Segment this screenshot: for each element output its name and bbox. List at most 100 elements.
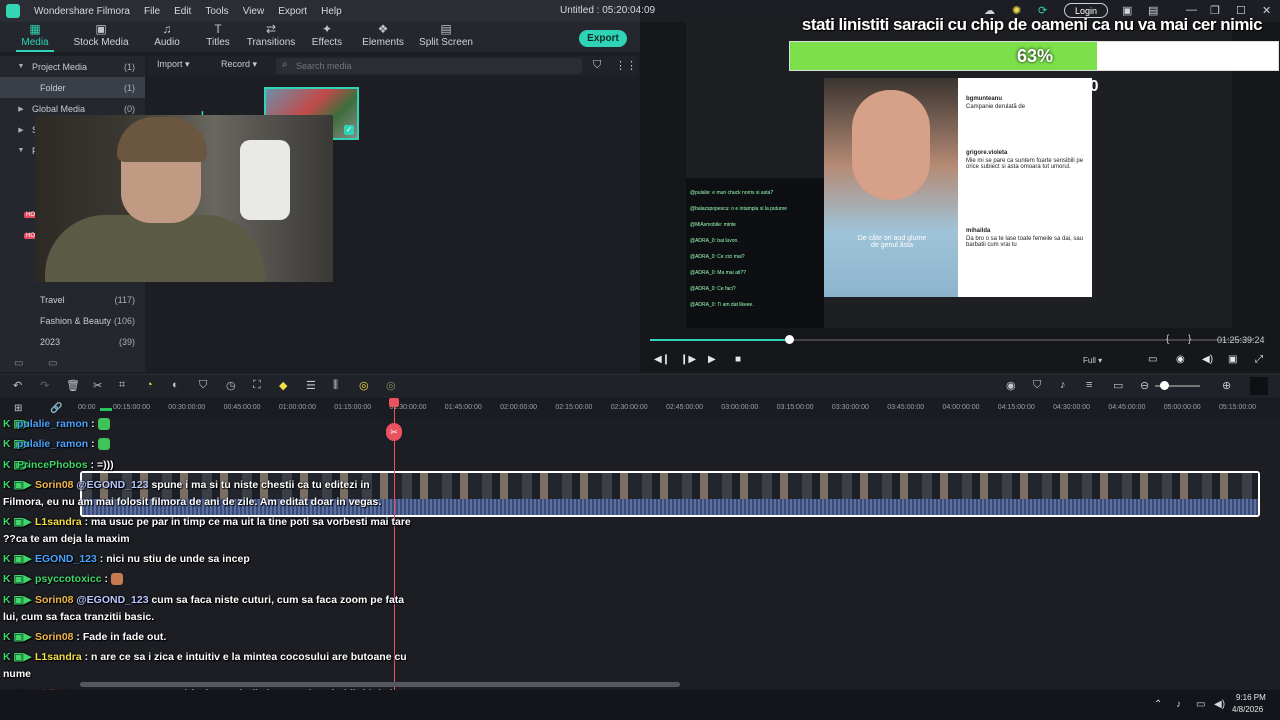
chat-message: ??ca te am deja la maxim: [3, 533, 130, 545]
menu-export[interactable]: Export: [278, 6, 307, 17]
link-icon[interactable]: 🔗: [50, 403, 62, 414]
prev-frame-icon[interactable]: ◀❙: [654, 354, 670, 365]
ruler-tick-label: 03:15:00:00: [776, 404, 814, 411]
menu-view[interactable]: View: [243, 6, 265, 17]
preview-comments: [958, 78, 1092, 297]
tab-titles[interactable]: T Titles: [196, 23, 240, 52]
folder-icon[interactable]: ▭: [48, 358, 57, 369]
mix-icon[interactable]: ≡: [1086, 379, 1092, 391]
display-icon[interactable]: ▭: [1148, 354, 1157, 365]
play-back-icon[interactable]: ❙▶: [680, 354, 696, 365]
filmora-logo-icon: [6, 4, 20, 18]
menu-help[interactable]: Help: [321, 6, 342, 17]
tab-effects[interactable]: ✦ Effects: [302, 23, 352, 52]
mask-icon[interactable]: ⛉: [199, 379, 207, 392]
quality-select[interactable]: Full ▾: [1083, 356, 1102, 365]
fullscreen-icon[interactable]: ⤢: [1255, 354, 1263, 365]
phone-caption: De câte ori aud glume de genul ăsta: [857, 235, 927, 249]
ruler-tick-label: 04:45:00:00: [1108, 404, 1146, 411]
layout-toggle[interactable]: [1250, 377, 1268, 395]
preview-scrubber-handle[interactable]: [785, 335, 794, 344]
chat-message: K ▣▶ psyccotoxicc :: [3, 573, 123, 586]
ruler-tick-label: 04:15:00:00: [997, 404, 1035, 411]
taskbar-time[interactable]: 9:16 PM: [1236, 693, 1266, 702]
menu-tools[interactable]: Tools: [205, 6, 228, 17]
filter-icon[interactable]: ⛉: [593, 59, 601, 72]
menu-file[interactable]: File: [144, 6, 160, 17]
redo-icon[interactable]: ↷: [40, 379, 49, 392]
sidebar-item-count: (106): [113, 315, 135, 326]
sidebar-item[interactable]: Travel (117): [0, 289, 145, 310]
mic-tray-icon[interactable]: ♪: [1176, 699, 1181, 710]
import-button[interactable]: Import ▾: [157, 59, 190, 70]
chat-badges-icon: K ▣▶: [3, 479, 32, 491]
timer-icon[interactable]: ◷: [226, 379, 236, 392]
tab-transitions[interactable]: ⇄ Transitions: [240, 23, 302, 52]
undo-icon[interactable]: ↶: [13, 379, 22, 392]
timeline-scrollbar[interactable]: [80, 682, 680, 687]
new-folder-icon[interactable]: ▭: [14, 358, 23, 369]
playhead-handle[interactable]: [389, 398, 399, 407]
chevron-right-icon[interactable]: ▶: [16, 126, 26, 134]
audio-wave-icon[interactable]: ⫼: [333, 379, 338, 392]
sidebar-item[interactable]: Fashion & Beauty (106): [0, 310, 145, 331]
speed-icon[interactable]: ◔: [146, 379, 153, 391]
pip-icon[interactable]: ▣: [1228, 354, 1237, 365]
grid-view-icon[interactable]: ⋮⋮: [615, 59, 637, 72]
speaker-icon[interactable]: ◀): [1214, 699, 1225, 710]
adjust-icon[interactable]: ☰: [306, 379, 316, 392]
chat-text: cum sa faca niste cuturi, cum sa faca zo…: [148, 594, 405, 606]
fit-icon[interactable]: ⛶: [253, 379, 261, 392]
mic-icon[interactable]: ♪: [1060, 379, 1066, 391]
search-icon: ⌕: [282, 59, 288, 70]
tab-media[interactable]: ▦ Media: [6, 23, 64, 52]
volume-icon[interactable]: ◀): [1202, 354, 1213, 365]
snapshot-icon[interactable]: ◉: [1176, 354, 1185, 365]
search-media-input[interactable]: [276, 58, 582, 74]
tab-audio[interactable]: ♫ Audio: [138, 23, 196, 52]
mark-in-icon[interactable]: {: [1166, 334, 1169, 345]
delete-icon[interactable]: 🗑: [66, 379, 80, 392]
sidebar-item[interactable]: ▼ Project Media (1): [0, 56, 145, 77]
crop-icon[interactable]: ⌗: [119, 379, 125, 392]
play-icon[interactable]: ▶: [708, 354, 716, 365]
split-scissors-icon[interactable]: ✂: [386, 423, 402, 441]
ruler-tick-label: 00:15:00:00: [113, 404, 150, 411]
color-icon[interactable]: ◐: [172, 379, 179, 391]
menu-edit[interactable]: Edit: [174, 6, 191, 17]
network-icon[interactable]: ▭: [1196, 699, 1205, 710]
chat-message: K ▣▶ EGOND_123 : nici nu stiu de unde sa …: [3, 553, 250, 565]
playhead-line[interactable]: [394, 402, 395, 692]
zoom-slider-handle[interactable]: [1160, 381, 1169, 390]
mark-out-icon[interactable]: }: [1188, 334, 1191, 345]
zoom-in-icon[interactable]: ⊕: [1222, 379, 1231, 392]
chevron-down-icon[interactable]: ▼: [16, 147, 26, 154]
module-tabs: ▦ Media ▣ Stock Media ♫ Audio T Titles ⇄ Tran…: [0, 22, 640, 52]
motion-icon[interactable]: ◎: [386, 379, 396, 392]
cut-icon[interactable]: ✂: [93, 379, 102, 392]
record-button[interactable]: Record ▾: [221, 59, 257, 70]
caption-icon[interactable]: ▭: [1113, 379, 1123, 392]
chevron-up-icon[interactable]: ⌃: [1154, 699, 1162, 710]
marker-icon[interactable]: ⛉: [1033, 379, 1041, 392]
render-icon[interactable]: ◉: [1006, 379, 1016, 392]
export-button[interactable]: Export: [579, 30, 627, 47]
taskbar-date[interactable]: 4/8/2026: [1232, 705, 1263, 714]
audio-icon: ♫: [162, 22, 172, 36]
tab-stock-media[interactable]: ▣ Stock Media: [64, 23, 138, 52]
preview-timecode: 01:25:39:24: [1217, 335, 1265, 345]
ai-icon[interactable]: ◎: [359, 379, 369, 392]
sidebar-item[interactable]: 2023 (39): [0, 331, 145, 352]
stop-icon[interactable]: ■: [735, 354, 741, 365]
sidebar-item[interactable]: Folder (1): [0, 77, 145, 98]
chevron-down-icon[interactable]: ▼: [16, 63, 26, 70]
chat-message: nume: [3, 668, 31, 680]
zoom-out-icon[interactable]: ⊖: [1140, 379, 1149, 392]
tab-elements[interactable]: ❖ Elements: [352, 23, 414, 52]
keyframe-icon[interactable]: ◆: [279, 379, 287, 392]
add-track-icon[interactable]: ⊞: [14, 403, 22, 414]
chevron-right-icon[interactable]: ▶: [16, 105, 26, 113]
ruler-tick-label: 05:00:00:00: [1163, 404, 1201, 411]
tab-split-screen[interactable]: ▤ Split Screen: [414, 23, 478, 52]
chat-mention: @EGOND_123: [73, 479, 149, 491]
